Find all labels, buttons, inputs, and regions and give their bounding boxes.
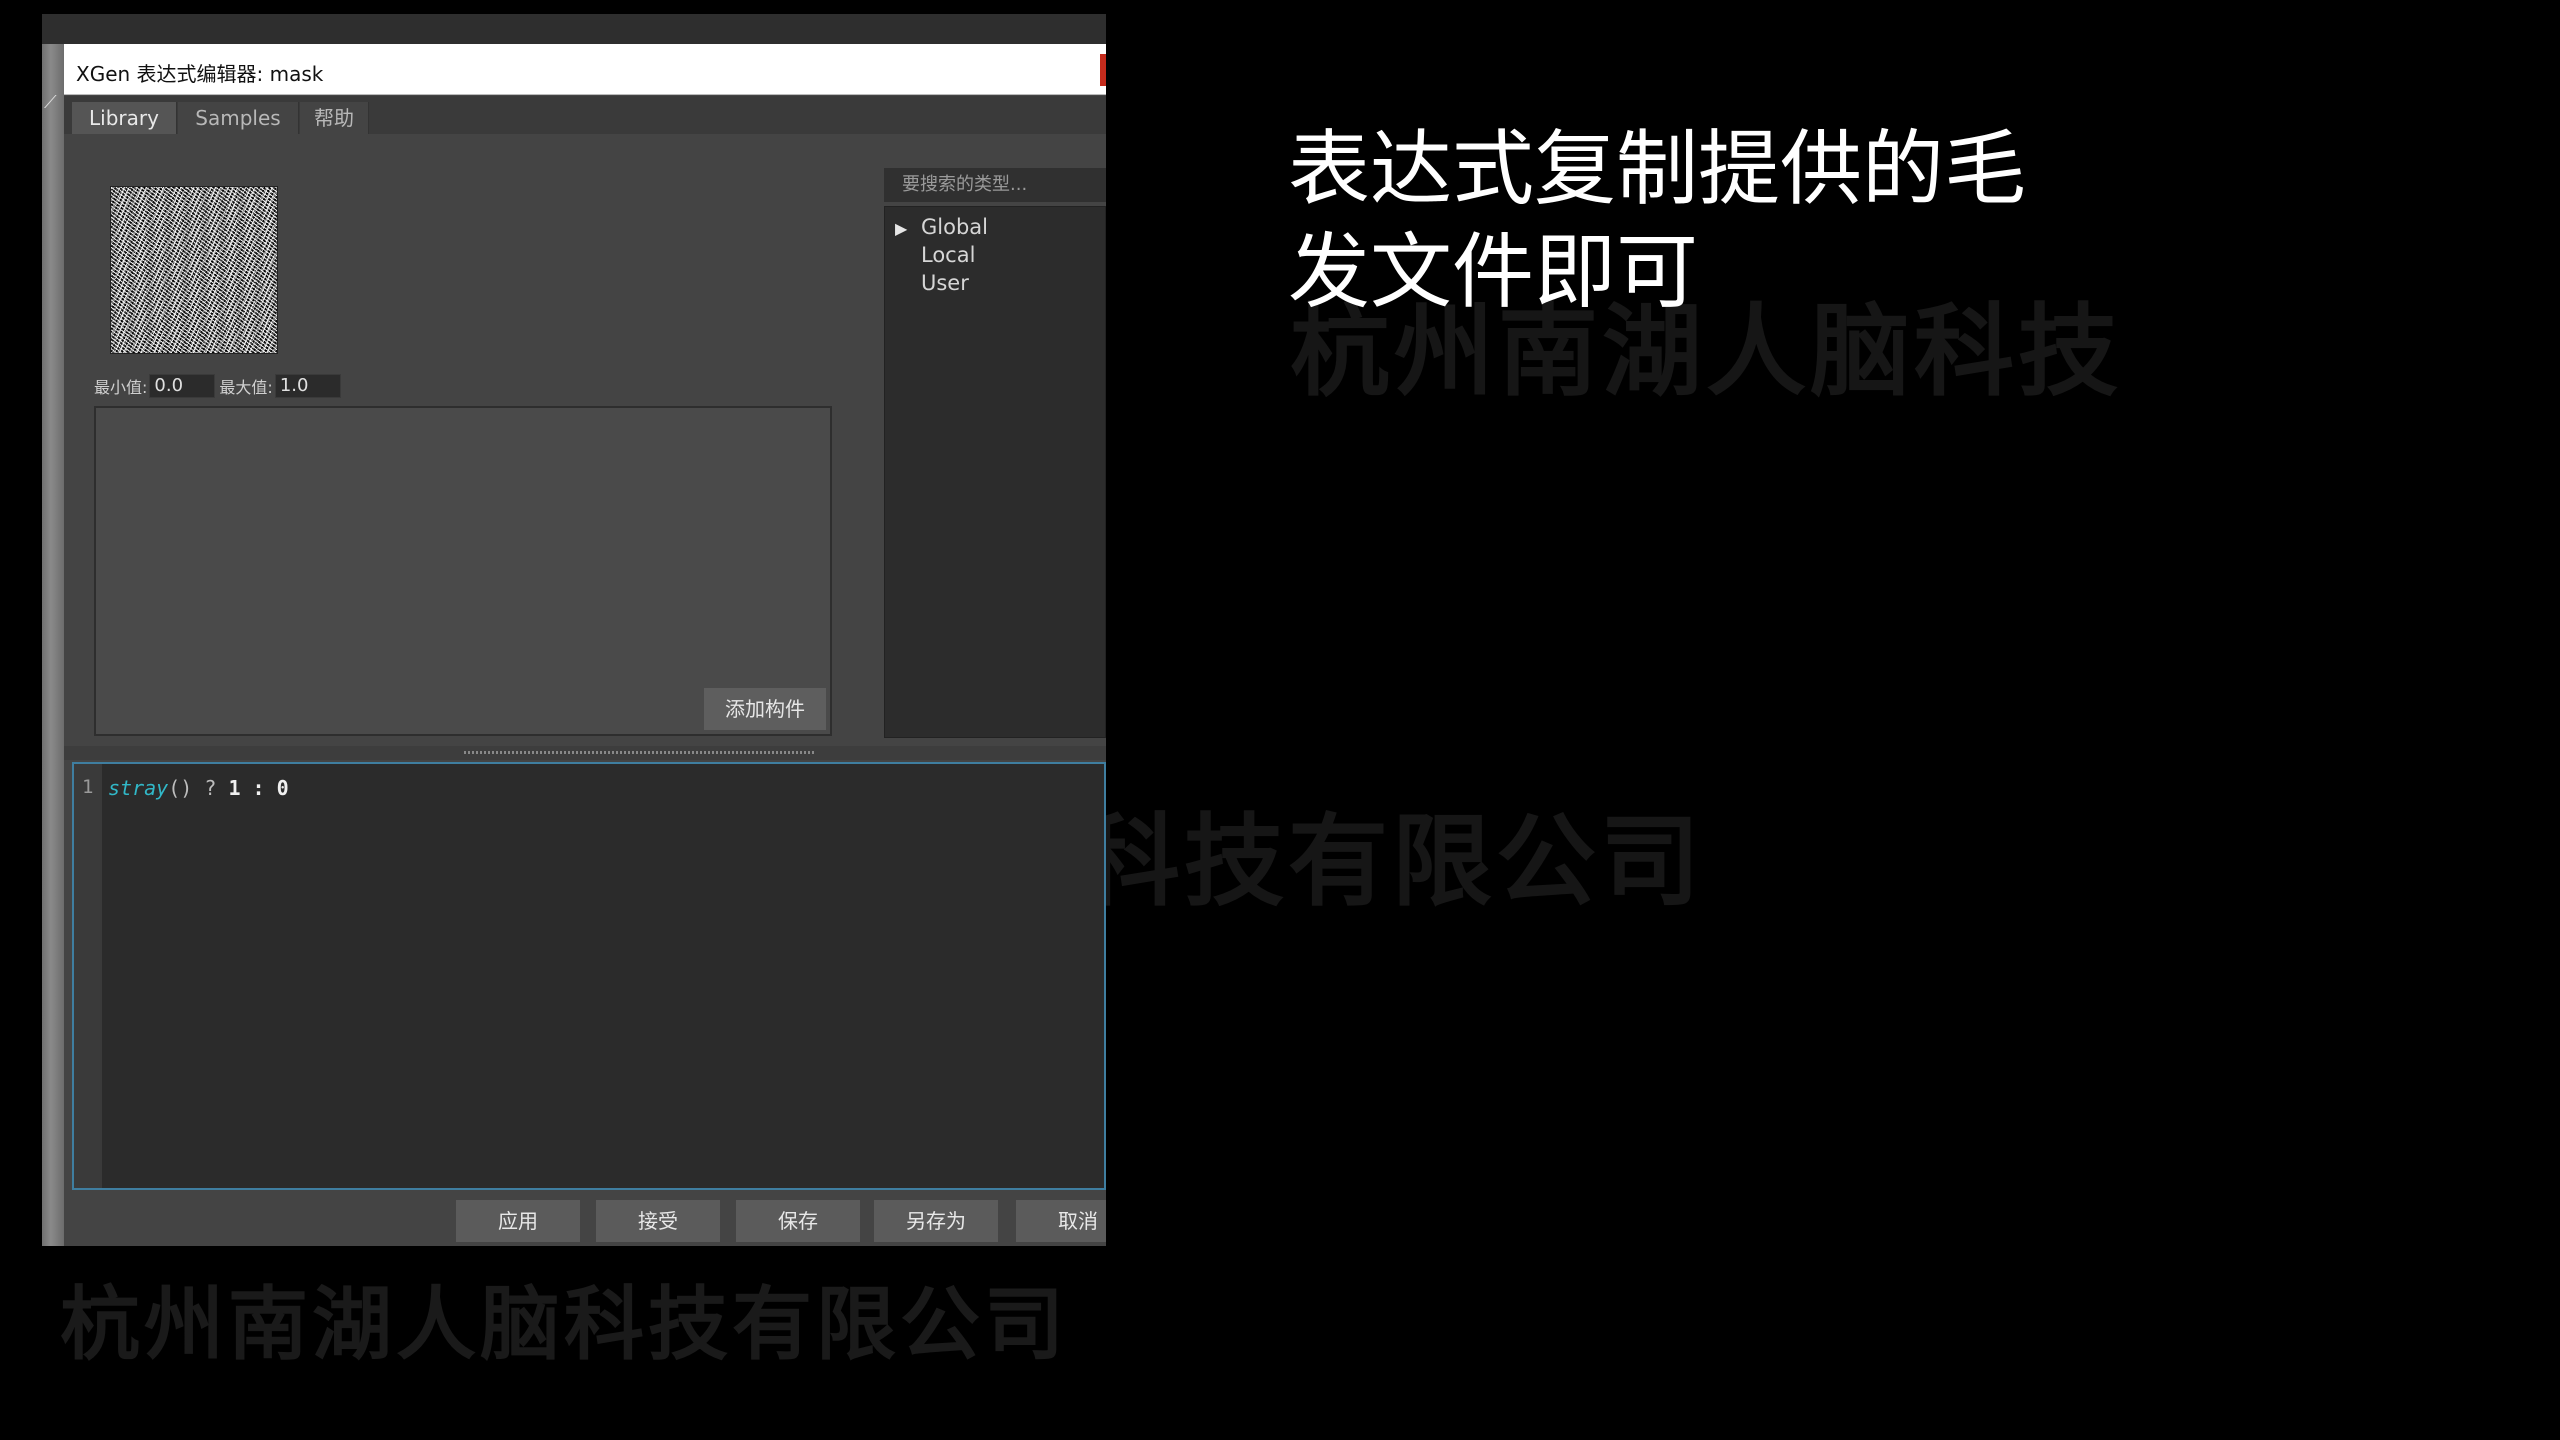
- caption: 表达式复制提供的毛 发文件即可: [1288, 118, 2088, 324]
- library-panel: 最小值: 0.0 最大值: 1.0 添加构件 要搜索的类型... ▶ Global Lo…: [72, 134, 1106, 744]
- code-ternary-sep: :: [240, 776, 277, 800]
- watermark: 科技有限公司: [1080, 803, 1704, 920]
- title-bar[interactable]: XGen 表达式编辑器: mask: [64, 44, 1106, 95]
- caption-line-2: 发文件即可: [1288, 225, 1699, 320]
- tree-item-label: User: [921, 271, 969, 295]
- tab-help[interactable]: 帮助: [300, 102, 369, 134]
- button-bar: 应用 接受 保存 另存为 取消: [64, 1190, 1106, 1246]
- close-icon[interactable]: [1100, 54, 1106, 86]
- library-tree: ▶ Global Local User: [884, 206, 1106, 738]
- xgen-expression-editor-window: ⟋ XGen 表达式编辑器: mask Library Samples 帮助 最…: [42, 14, 1106, 1246]
- tab-samples[interactable]: Samples: [178, 102, 299, 134]
- panel-splitter[interactable]: [64, 746, 1106, 760]
- tree-item-label: Global: [921, 215, 988, 239]
- window-title: XGen 表达式编辑器: mask: [76, 62, 324, 86]
- splitter-grip: [464, 751, 814, 754]
- add-widget-button[interactable]: 添加构件: [704, 688, 826, 730]
- tab-library[interactable]: Library: [72, 102, 177, 134]
- library-browser: 要搜索的类型... ▶ Global Local User: [884, 168, 1106, 738]
- tree-item-label: Local: [921, 243, 976, 267]
- accept-button[interactable]: 接受: [596, 1200, 720, 1242]
- tree-item-local[interactable]: Local: [895, 243, 975, 267]
- line-number: 1: [82, 776, 94, 798]
- left-edge: ⟋: [42, 44, 64, 1246]
- top-strip: [42, 14, 1106, 44]
- watermark: 杭州南湖人脑科技有限公司: [60, 1278, 1068, 1371]
- apply-button[interactable]: 应用: [456, 1200, 580, 1242]
- max-label: 最大值:: [219, 378, 273, 397]
- tree-item-global[interactable]: ▶ Global: [895, 215, 988, 239]
- line-gutter: 1: [74, 764, 102, 1188]
- save-as-button[interactable]: 另存为: [874, 1200, 998, 1242]
- code-ternary-q: ?: [192, 776, 229, 800]
- code-value-false: 0: [276, 776, 289, 800]
- save-button[interactable]: 保存: [736, 1200, 860, 1242]
- code-value-true: 1: [228, 776, 241, 800]
- min-label: 最小值:: [94, 378, 148, 397]
- code-parens: (): [168, 776, 193, 800]
- noise-preview-image: [110, 186, 278, 354]
- widget-area: 添加构件: [94, 406, 832, 736]
- expand-arrow-icon[interactable]: ▶: [895, 219, 921, 238]
- min-value-field[interactable]: 0.0: [149, 374, 216, 398]
- cancel-button[interactable]: 取消: [1016, 1200, 1106, 1242]
- resize-grip-icon[interactable]: ⟋: [44, 92, 57, 113]
- range-row: 最小值: 0.0 最大值: 1.0: [94, 374, 345, 400]
- code-function: stray: [108, 776, 169, 800]
- caption-line-1: 表达式复制提供的毛: [1288, 122, 2027, 217]
- max-value-field[interactable]: 1.0: [274, 374, 341, 398]
- tab-bar: Library Samples 帮助: [64, 96, 1106, 134]
- code-line[interactable]: stray() ? 1 : 0: [108, 776, 289, 800]
- search-input[interactable]: 要搜索的类型...: [884, 168, 1106, 202]
- tree-item-user[interactable]: User: [895, 271, 969, 295]
- expression-editor[interactable]: 1 stray() ? 1 : 0: [72, 762, 1106, 1190]
